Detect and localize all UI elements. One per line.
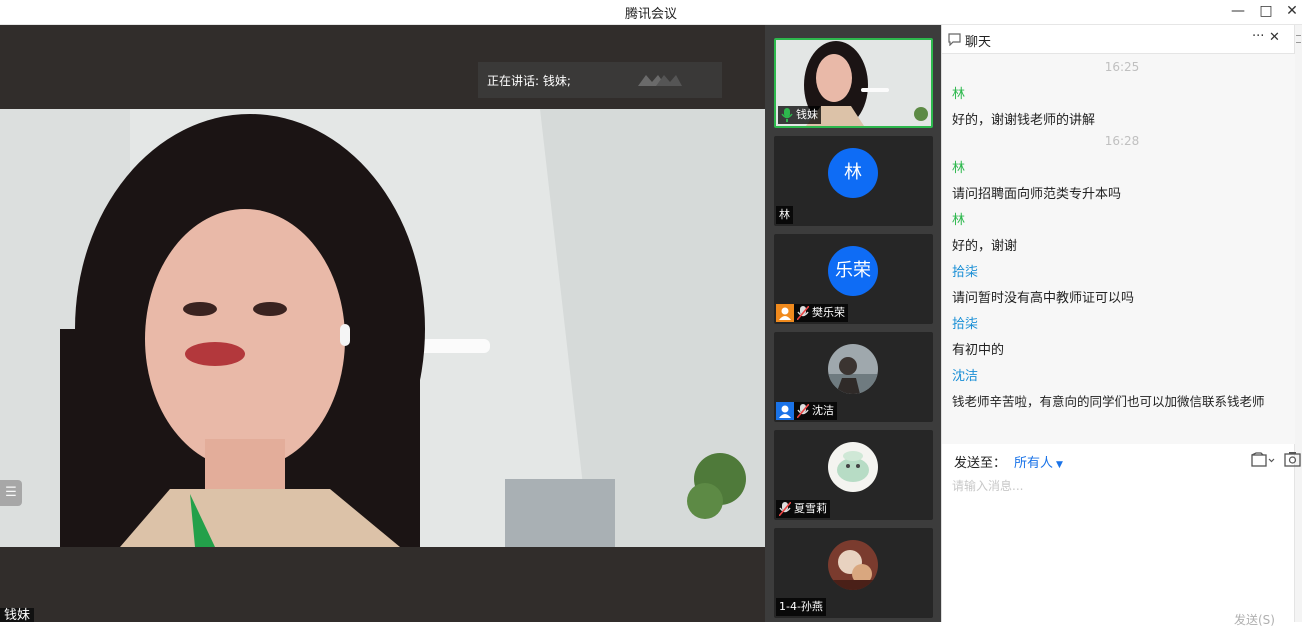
message-text: 钱老师辛苦啦，有意向的同学们也可以加微信联系钱老师 <box>952 394 1265 409</box>
message-text: 好的，谢谢 <box>952 239 1018 254</box>
maximize-button[interactable]: □ <box>1256 2 1276 22</box>
file-icon[interactable] <box>1251 452 1275 468</box>
participant-name-tag: 钱妹 <box>778 106 821 124</box>
participant-name-tag: 夏雪莉 <box>776 500 830 518</box>
message-sender: 林 <box>952 213 966 228</box>
chat-message-list[interactable]: 16:25 林 好的，谢谢钱老师的讲解 16:28 林 请问招聘面向师范类专升本… <box>942 54 1295 444</box>
toolbar-handle-icon[interactable]: ☰ <box>0 480 22 506</box>
participant-avatar <box>828 540 878 590</box>
more-icon[interactable]: ··· <box>1252 29 1264 44</box>
participant-name-tag: 林 <box>776 206 793 224</box>
send-to-value[interactable]: 所有人 <box>1014 456 1053 471</box>
message-text: 好的，谢谢钱老师的讲解 <box>952 113 1096 128</box>
participant-name: 1-4-孙燕 <box>779 600 823 613</box>
message-time: 16:25 <box>1104 60 1140 74</box>
menu-icon[interactable] <box>1296 35 1301 43</box>
chat-title: 聊天 <box>965 35 992 50</box>
participant-name: 林 <box>779 208 790 221</box>
participant-list[interactable]: 钱妹 林 林 乐荣 樊乐荣 沈洁 夏雪莉 1-4-孙燕 <box>765 25 941 622</box>
message-sender: 林 <box>952 87 966 102</box>
window-title: 腾讯会议 <box>624 7 677 22</box>
screenshot-icon[interactable] <box>1284 451 1301 468</box>
send-button[interactable]: 发送(S) <box>1234 611 1275 628</box>
message-sender: 沈洁 <box>952 369 979 384</box>
host-icon <box>776 304 794 322</box>
participant-name: 夏雪莉 <box>794 502 827 515</box>
main-video-area[interactable]: 正在讲话: 钱妹; ☰ 钱妹 <box>0 25 765 622</box>
participant-tile[interactable]: 沈洁 <box>774 332 933 422</box>
send-to-selector[interactable]: 发送至： 所有人 ▼ <box>954 452 1063 471</box>
mic-active-icon <box>781 108 793 122</box>
speaking-indicator: 正在讲话: 钱妹; <box>478 62 722 98</box>
message-text: 有初中的 <box>952 343 1005 358</box>
participant-name: 沈洁 <box>812 404 834 417</box>
chat-panel: 聊天 ··· ✕ 16:25 林 好的，谢谢钱老师的讲解 16:28 林 请问招… <box>941 25 1302 627</box>
message-text: 请问招聘面向师范类专升本吗 <box>952 187 1122 202</box>
participant-tile[interactable]: 林 林 <box>774 136 933 226</box>
participant-avatar <box>828 344 878 394</box>
chat-header: 聊天 ··· ✕ <box>942 25 1295 54</box>
message-time: 16:28 <box>1104 134 1140 148</box>
participant-name-tag: 1-4-孙燕 <box>776 598 826 616</box>
message-sender: 林 <box>952 161 966 176</box>
speaker-name-tag: 钱妹 <box>0 608 35 622</box>
mic-muted-icon <box>797 404 809 418</box>
tencent-meeting-logo <box>638 75 682 86</box>
participant-avatar <box>828 442 878 492</box>
message-sender: 拾柒 <box>952 265 979 280</box>
participant-name: 樊乐荣 <box>812 306 845 319</box>
message-input[interactable]: 请输入消息... <box>952 477 1023 494</box>
cohost-icon <box>776 402 794 420</box>
mic-muted-icon <box>797 306 809 320</box>
close-button[interactable]: ✕ <box>1282 2 1302 22</box>
message-sender: 拾柒 <box>952 317 979 332</box>
speaking-label: 正在讲话: 钱妹; <box>487 74 571 88</box>
chat-icon <box>948 33 961 46</box>
title-bar: 腾讯会议 — □ ✕ <box>0 0 1302 25</box>
participant-tile[interactable]: 1-4-孙燕 <box>774 528 933 618</box>
close-chat-icon[interactable]: ✕ <box>1269 30 1280 45</box>
participant-name-tag: 沈洁 <box>776 402 837 420</box>
speaker-video <box>0 109 765 547</box>
participant-name: 钱妹 <box>796 108 818 121</box>
participant-tile[interactable]: 钱妹 <box>774 38 933 128</box>
mic-muted-icon <box>779 502 791 516</box>
send-to-label: 发送至： <box>954 456 1007 471</box>
chat-scrollbar[interactable] <box>1294 25 1302 622</box>
participant-name-tag: 樊乐荣 <box>776 304 848 322</box>
participant-avatar: 乐荣 <box>828 246 878 296</box>
chevron-down-icon[interactable]: ▼ <box>1056 460 1063 470</box>
message-text: 请问暂时没有高中教师证可以吗 <box>952 291 1135 306</box>
participant-avatar: 林 <box>828 148 878 198</box>
participant-tile[interactable]: 夏雪莉 <box>774 430 933 520</box>
minimize-button[interactable]: — <box>1228 2 1248 22</box>
speaker-video-frame <box>0 109 765 547</box>
participant-tile[interactable]: 乐荣 樊乐荣 <box>774 234 933 324</box>
